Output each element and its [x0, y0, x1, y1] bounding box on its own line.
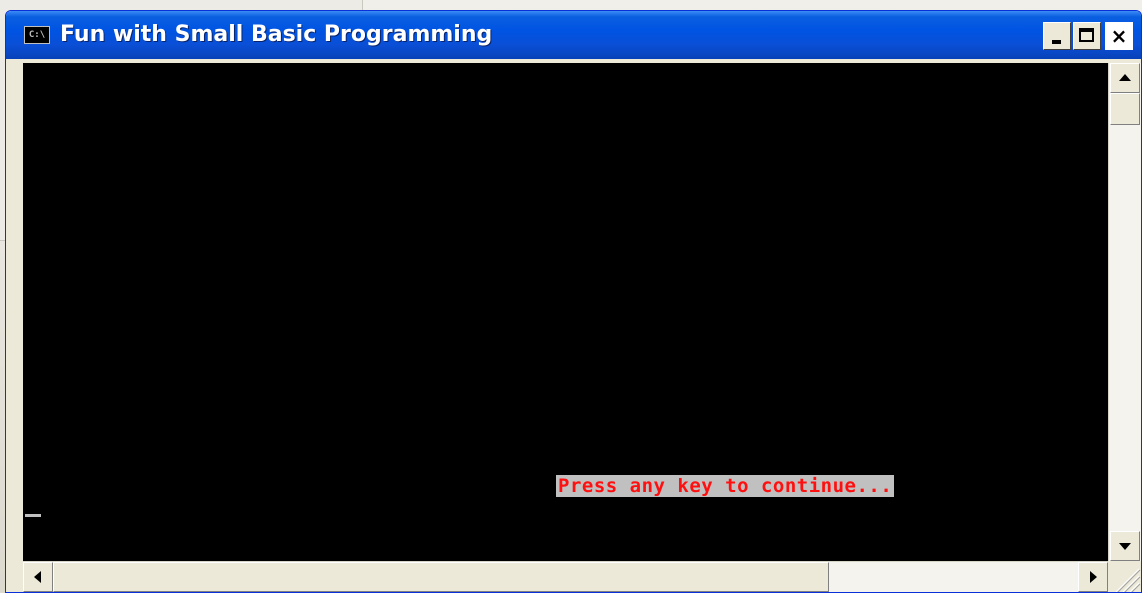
text-cursor	[25, 514, 41, 517]
close-button[interactable]: ×	[1105, 22, 1133, 50]
maximize-icon	[1079, 28, 1094, 42]
scroll-left-button[interactable]	[23, 562, 53, 592]
desktop-background: C:\ Fun with Small Basic Programming × P…	[0, 0, 1142, 593]
vertical-scroll-thumb[interactable]	[1110, 93, 1140, 125]
vertical-scrollbar[interactable]	[1108, 63, 1141, 561]
resize-grip-icon	[1115, 568, 1141, 592]
minimize-icon	[1052, 40, 1061, 44]
arrow-left-icon	[34, 571, 41, 583]
scroll-down-button[interactable]	[1110, 531, 1140, 561]
scroll-up-button[interactable]	[1110, 63, 1140, 93]
window-title: Fun with Small Basic Programming	[60, 22, 493, 47]
close-icon: ×	[1110, 24, 1128, 48]
scroll-right-button[interactable]	[1078, 562, 1108, 592]
minimize-button[interactable]	[1043, 22, 1071, 50]
horizontal-scroll-thumb[interactable]	[53, 562, 829, 592]
horizontal-scrollbar[interactable]	[23, 561, 1108, 592]
arrow-down-icon	[1119, 543, 1131, 550]
resize-grip[interactable]	[1108, 561, 1141, 592]
title-bar[interactable]: C:\ Fun with Small Basic Programming ×	[6, 11, 1141, 59]
console-output-area[interactable]: Press any key to continue...	[23, 63, 1108, 561]
console-window-icon[interactable]: C:\	[24, 26, 50, 44]
console-window[interactable]: C:\ Fun with Small Basic Programming × P…	[5, 10, 1142, 593]
console-icon-text: C:\	[28, 30, 46, 40]
arrow-up-icon	[1119, 74, 1131, 81]
maximize-button[interactable]	[1073, 22, 1101, 50]
continue-prompt: Press any key to continue...	[556, 475, 895, 497]
arrow-right-icon	[1090, 571, 1097, 583]
